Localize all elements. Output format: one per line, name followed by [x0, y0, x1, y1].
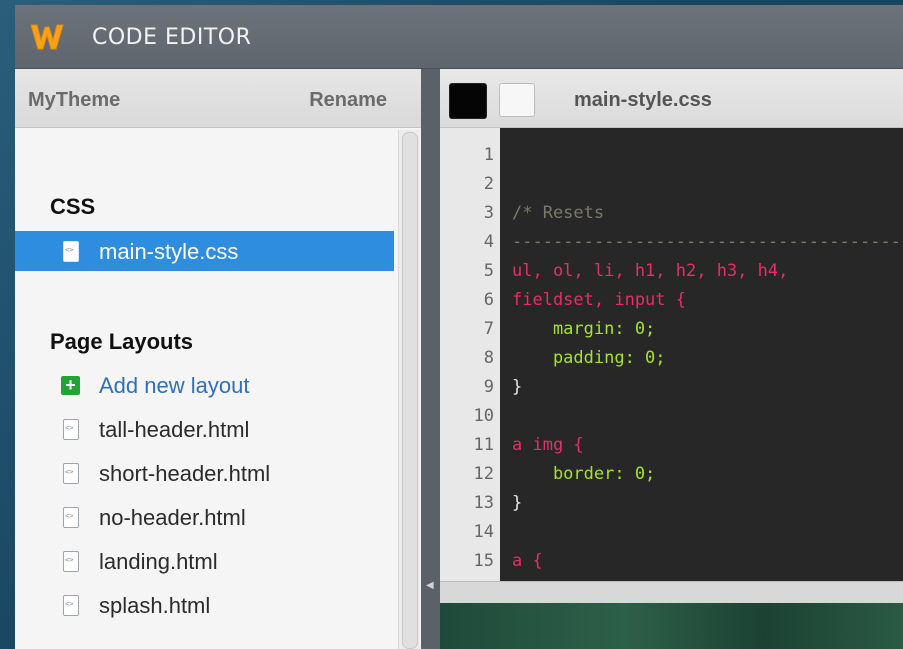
line-number: 1 [483, 145, 494, 165]
section-title-css: CSS [50, 194, 96, 219]
line-number-gutter: 1 2 3 4 5 6 7 8 9 10 11 12 13 14 15 [440, 128, 500, 581]
line-number: 3 [483, 203, 494, 223]
add-new-layout-label: Add new layout [99, 373, 250, 398]
file-sidebar: MyTheme Rename CSS main-style.css Page L… [15, 69, 421, 649]
line-number: 10 [473, 406, 494, 426]
file-code-icon [63, 507, 79, 528]
sidebar-scrollbar[interactable] [398, 130, 420, 649]
rename-button[interactable]: Rename [309, 89, 387, 112]
site-preview-background [440, 603, 903, 649]
line-number: 14 [473, 522, 494, 542]
code-line: a img { [512, 435, 584, 455]
file-item-landing[interactable]: landing.html [15, 541, 394, 581]
line-number: 15 [473, 551, 494, 571]
file-item-short-header[interactable]: short-header.html [15, 453, 394, 493]
editor-horizontal-scrollbar[interactable] [440, 581, 903, 604]
code-editor-pane: main-style.css 1 2 3 4 5 6 7 8 9 10 11 1… [440, 69, 903, 649]
code-line: ul, ol, li, h1, h2, h3, h4, [512, 261, 789, 281]
line-number: 11 [473, 435, 494, 455]
file-item-splash[interactable]: splash.html [15, 585, 394, 625]
light-theme-swatch[interactable] [499, 83, 535, 117]
line-number: 2 [483, 174, 494, 194]
line-number: 4 [483, 232, 494, 252]
line-number: 12 [473, 464, 494, 484]
file-code-icon [63, 463, 79, 484]
editor-tab-title: main-style.css [574, 89, 712, 111]
code-line: } [512, 493, 523, 513]
file-label: landing.html [99, 549, 218, 574]
code-line: /* Resets [512, 203, 605, 223]
editor-tab-bar: main-style.css [440, 69, 903, 128]
sidebar-header: MyTheme Rename [15, 69, 421, 128]
file-code-icon [63, 419, 79, 440]
theme-name: MyTheme [28, 89, 121, 111]
collapse-arrow-icon[interactable]: ◀ [426, 580, 434, 591]
app-title: CODE EDITOR [92, 25, 252, 50]
dark-theme-swatch[interactable] [449, 83, 487, 119]
file-label: main-style.css [99, 239, 239, 264]
file-code-icon [63, 551, 79, 572]
code-text-area[interactable]: /* Resets ------------------------------… [500, 128, 903, 581]
file-item-tall-header[interactable]: tall-header.html [15, 409, 394, 449]
line-number: 7 [483, 319, 494, 339]
section-title-page-layouts: Page Layouts [50, 329, 194, 354]
panel-splitter[interactable]: ◀ [421, 69, 440, 649]
file-label: splash.html [99, 593, 211, 618]
weebly-w-logo [30, 24, 64, 50]
code-line: ----------------------------------------… [512, 232, 903, 252]
line-number: 8 [483, 348, 494, 368]
file-label: tall-header.html [99, 417, 250, 442]
file-tree: CSS main-style.css Page Layouts + Add ne… [15, 128, 421, 649]
file-code-icon [63, 595, 79, 616]
line-number: 9 [483, 377, 494, 397]
file-label: short-header.html [99, 461, 271, 486]
line-number: 13 [473, 493, 494, 513]
file-item-main-style-css[interactable]: main-style.css [15, 231, 394, 271]
plus-icon: + [61, 376, 80, 395]
add-new-layout-button[interactable]: + Add new layout [15, 365, 394, 405]
code-line: padding: 0; [512, 348, 666, 368]
file-item-no-header[interactable]: no-header.html [15, 497, 394, 537]
title-bar: CODE EDITOR [15, 5, 903, 69]
sidebar-scroll-thumb[interactable] [402, 132, 418, 649]
line-number: 6 [483, 290, 494, 310]
code-line: a { [512, 551, 543, 571]
code-line: margin: 0; [512, 319, 656, 339]
code-line: fieldset, input { [512, 290, 686, 310]
code-editor-window: CODE EDITOR MyTheme Rename CSS main-styl… [15, 5, 903, 649]
code-line: border: 0; [512, 464, 656, 484]
file-code-icon [63, 241, 79, 262]
code-line: } [512, 377, 523, 397]
file-label: no-header.html [99, 505, 246, 530]
line-number: 5 [483, 261, 494, 281]
